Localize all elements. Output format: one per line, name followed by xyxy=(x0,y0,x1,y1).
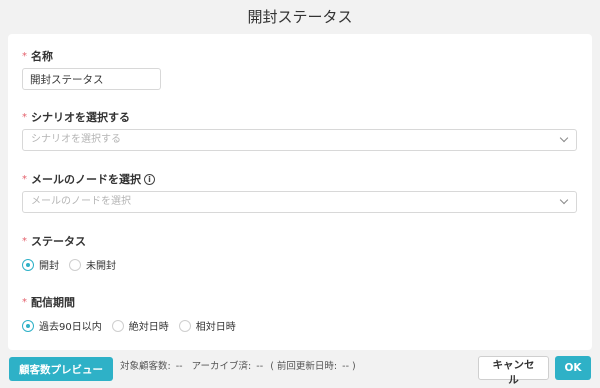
period-option-relative[interactable]: 相対日時 xyxy=(178,318,236,333)
target-customers-label: 対象顧客数: xyxy=(120,361,171,372)
status-option-label: 未開封 xyxy=(86,261,116,272)
scenario-label-text: シナリオを選択する xyxy=(31,111,130,124)
delivery-period-label-text: 配信期間 xyxy=(31,296,75,309)
period-option-label: 絶対日時 xyxy=(128,322,169,333)
archived-label: アーカイブ済: xyxy=(191,361,252,372)
period-option-90days[interactable]: 過去90日以内 xyxy=(22,318,102,333)
mail-node-select[interactable]: メールのノードを選択 xyxy=(22,191,577,213)
radio-checked-icon[interactable] xyxy=(22,258,34,271)
scenario-placeholder: シナリオを選択する xyxy=(31,134,121,145)
dialog-title: 開封ステータス xyxy=(247,8,353,26)
last-updated-label: ( 前回更新日時: xyxy=(270,361,338,372)
dialog-footer: 顧客数プレビュー 対象顧客数: -- アーカイブ済: -- ( 前回更新日時: … xyxy=(0,352,600,388)
name-input[interactable] xyxy=(22,68,161,90)
chevron-down-icon xyxy=(559,195,569,205)
status-option-opened[interactable]: 開封 xyxy=(22,257,59,272)
status-label: * ステータス xyxy=(22,233,86,249)
radio-checked-icon[interactable] xyxy=(22,319,34,332)
mail-node-placeholder: メールのノードを選択 xyxy=(31,196,131,207)
radio-unchecked-icon[interactable] xyxy=(178,319,191,332)
name-label: * 名称 xyxy=(22,48,53,64)
name-label-text: 名称 xyxy=(31,50,53,63)
scenario-select[interactable]: シナリオを選択する xyxy=(22,129,577,151)
cancel-button[interactable]: キャンセル xyxy=(478,356,549,386)
status-option-unopened[interactable]: 未開封 xyxy=(69,257,116,272)
required-mark: * xyxy=(22,235,27,247)
info-icon[interactable]: i xyxy=(144,173,155,185)
required-mark: * xyxy=(22,111,27,123)
mail-node-label-text: メールのノードを選択 xyxy=(31,173,141,186)
period-option-label: 過去90日以内 xyxy=(39,322,102,333)
preview-button[interactable]: 顧客数プレビュー xyxy=(9,357,113,381)
period-option-absolute[interactable]: 絶対日時 xyxy=(111,318,169,333)
radio-unchecked-icon[interactable] xyxy=(111,319,124,332)
ok-button[interactable]: OK xyxy=(555,356,591,380)
period-option-label: 相対日時 xyxy=(195,322,236,333)
delivery-period-radio-group: 過去90日以内 絶対日時 相対日時 xyxy=(22,318,246,333)
customer-count-status: 対象顧客数: -- アーカイブ済: -- ( 前回更新日時: -- ) xyxy=(120,358,358,376)
delivery-period-label: * 配信期間 xyxy=(22,294,75,310)
form-panel: * 名称 * シナリオを選択する シナリオを選択する * メールのノードを選択 … xyxy=(8,34,592,350)
status-option-label: 開封 xyxy=(39,261,59,272)
archived-value: -- xyxy=(256,361,264,372)
chevron-down-icon xyxy=(559,133,569,143)
radio-unchecked-icon[interactable] xyxy=(69,258,81,271)
required-mark: * xyxy=(22,173,27,185)
target-customers-value: -- xyxy=(175,361,183,372)
status-label-text: ステータス xyxy=(31,235,86,248)
required-mark: * xyxy=(22,50,27,62)
last-updated-value: -- ) xyxy=(342,361,356,372)
required-mark: * xyxy=(22,296,27,308)
scenario-label: * シナリオを選択する xyxy=(22,109,130,125)
mail-node-label: * メールのノードを選択 i xyxy=(22,171,155,187)
status-radio-group: 開封 未開封 xyxy=(22,257,126,272)
